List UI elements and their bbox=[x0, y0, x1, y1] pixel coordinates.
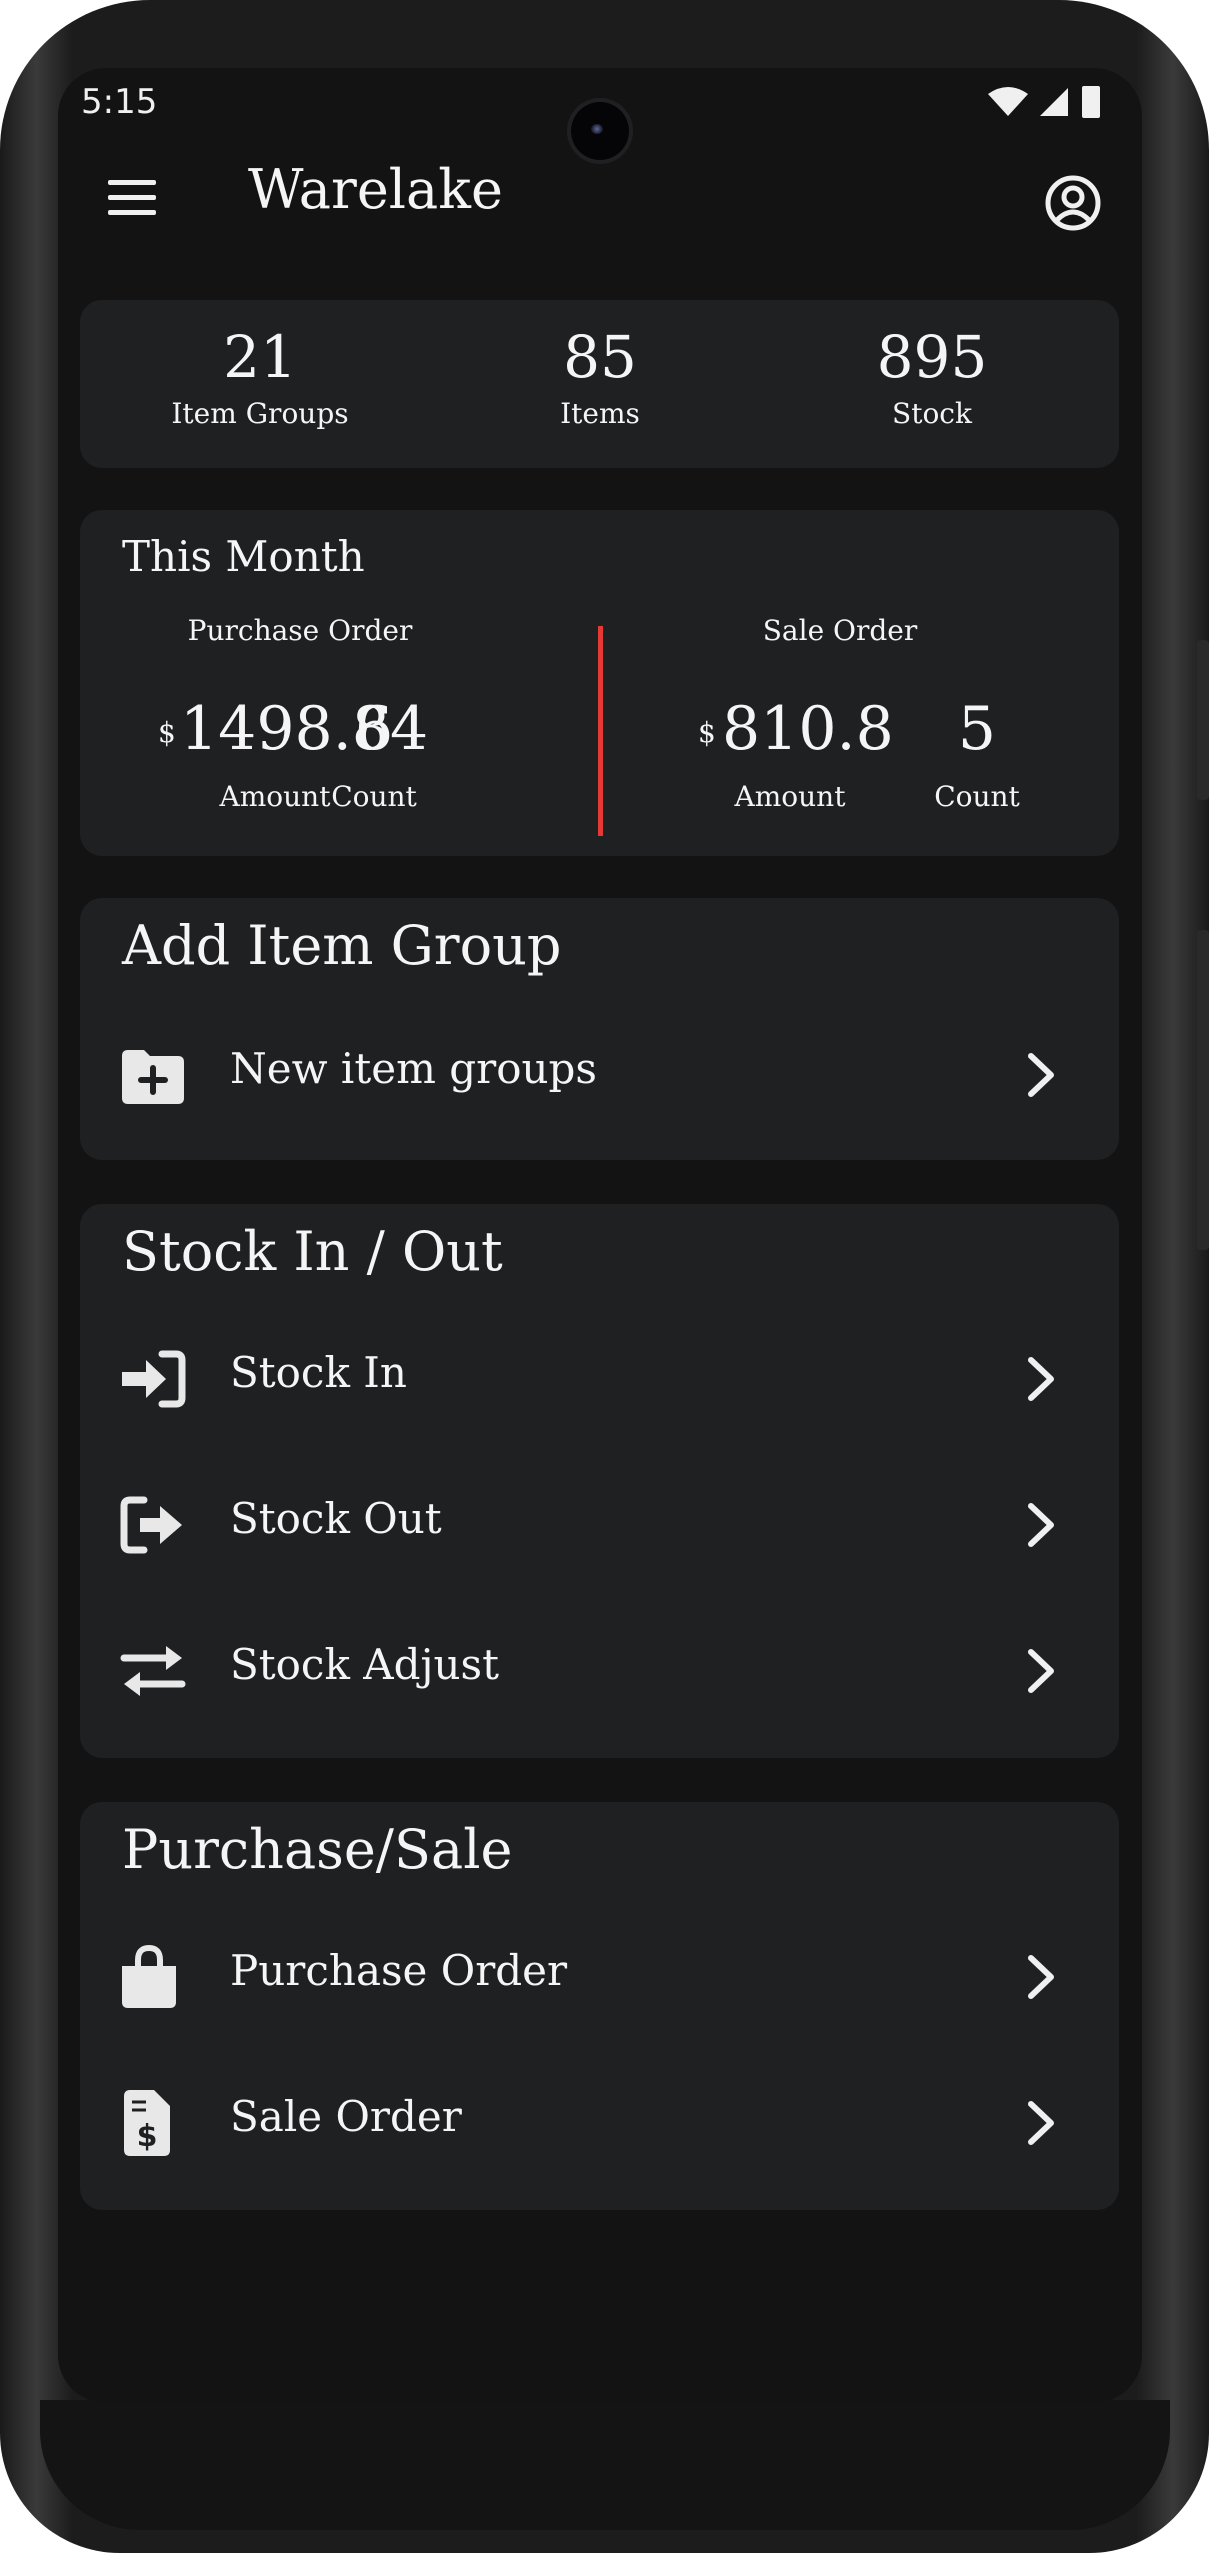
summary-value: 21 bbox=[223, 323, 297, 391]
stock-out-row[interactable]: Stock Out bbox=[80, 1456, 1119, 1586]
stock-out-label: Stock Out bbox=[230, 1494, 442, 1543]
this-month-title: This Month bbox=[122, 532, 365, 581]
purchase-count-label: Count bbox=[331, 780, 417, 813]
sale-order-heading: Sale Order bbox=[762, 614, 918, 647]
add-item-group-card: Add Item Group New item groups bbox=[80, 898, 1119, 1160]
cellular-signal-icon bbox=[1040, 88, 1068, 116]
purchase-currency: $ bbox=[158, 716, 176, 749]
chevron-right-icon bbox=[1028, 1649, 1054, 1693]
purchase-sale-title: Purchase/Sale bbox=[122, 1818, 513, 1881]
battery-icon bbox=[1082, 86, 1100, 118]
arrows-exchange-icon bbox=[120, 1646, 186, 1696]
sale-amount: 810.8 bbox=[722, 694, 894, 764]
device-bezel bbox=[40, 2400, 1170, 2530]
stock-adjust-row[interactable]: Stock Adjust bbox=[80, 1602, 1119, 1732]
summary-label: Stock bbox=[892, 397, 972, 430]
summary-value: 895 bbox=[876, 323, 988, 391]
menu-icon[interactable] bbox=[108, 180, 156, 216]
app-title: Warelake bbox=[248, 158, 503, 221]
sale-order-label: Sale Order bbox=[230, 2092, 462, 2141]
summary-value: 85 bbox=[563, 323, 637, 391]
stock-title: Stock In / Out bbox=[122, 1220, 503, 1283]
sale-order-row[interactable]: $ Sale Order bbox=[80, 2054, 1119, 2184]
summary-stock: 895 Stock bbox=[782, 322, 1082, 434]
this-month-divider bbox=[598, 626, 603, 836]
status-icons bbox=[988, 84, 1102, 120]
chevron-right-icon bbox=[1028, 1503, 1054, 1547]
sale-count-label: Count bbox=[934, 780, 1020, 813]
this-month-card: This Month Purchase Order $ 1498.84 Amou… bbox=[80, 510, 1119, 856]
sign-out-icon bbox=[120, 1496, 182, 1554]
invoice-dollar-icon: $ bbox=[124, 2090, 170, 2156]
sale-amount-label: Amount bbox=[734, 780, 846, 813]
stock-adjust-label: Stock Adjust bbox=[230, 1640, 499, 1689]
chevron-right-icon bbox=[1028, 1955, 1054, 1999]
summary-label: Item Groups bbox=[171, 397, 349, 430]
shopping-bag-icon bbox=[122, 1944, 176, 2008]
purchase-count: 6 bbox=[354, 694, 394, 764]
status-time: 5:15 bbox=[81, 82, 158, 122]
new-item-groups-label: New item groups bbox=[230, 1044, 597, 1093]
chevron-right-icon bbox=[1028, 2101, 1054, 2145]
sale-currency: $ bbox=[698, 716, 716, 749]
chevron-right-icon bbox=[1028, 1357, 1054, 1401]
svg-text:$: $ bbox=[137, 2119, 158, 2154]
summary-card: 21 Item Groups 85 Items 895 Stock bbox=[80, 300, 1119, 468]
summary-label: Items bbox=[560, 397, 640, 430]
chevron-right-icon bbox=[1028, 1053, 1054, 1097]
purchase-order-row[interactable]: Purchase Order bbox=[80, 1908, 1119, 2038]
new-item-groups-row[interactable]: New item groups bbox=[80, 1006, 1119, 1136]
power-button bbox=[1197, 640, 1209, 800]
front-camera bbox=[571, 102, 629, 160]
account-icon[interactable] bbox=[1044, 174, 1102, 232]
screen: 5:15 Warelake 21 Item Groups 85 Items 89… bbox=[58, 68, 1142, 2403]
sign-in-icon bbox=[122, 1350, 186, 1408]
purchase-order-label: Purchase Order bbox=[230, 1946, 568, 1995]
summary-items: 85 Items bbox=[450, 322, 750, 434]
wifi-icon bbox=[988, 87, 1028, 116]
volume-button bbox=[1197, 930, 1209, 1250]
purchase-sale-card: Purchase/Sale Purchase Order $ Sale Orde… bbox=[80, 1802, 1119, 2210]
stock-in-row[interactable]: Stock In bbox=[80, 1310, 1119, 1440]
summary-item-groups: 21 Item Groups bbox=[110, 322, 410, 434]
folder-plus-icon bbox=[122, 1050, 184, 1104]
add-item-group-title: Add Item Group bbox=[122, 914, 562, 977]
purchase-order-heading: Purchase Order bbox=[187, 614, 413, 647]
sale-count: 5 bbox=[957, 694, 997, 764]
stock-card: Stock In / Out Stock In Stock Out Stock … bbox=[80, 1204, 1119, 1758]
stock-in-label: Stock In bbox=[230, 1348, 407, 1397]
